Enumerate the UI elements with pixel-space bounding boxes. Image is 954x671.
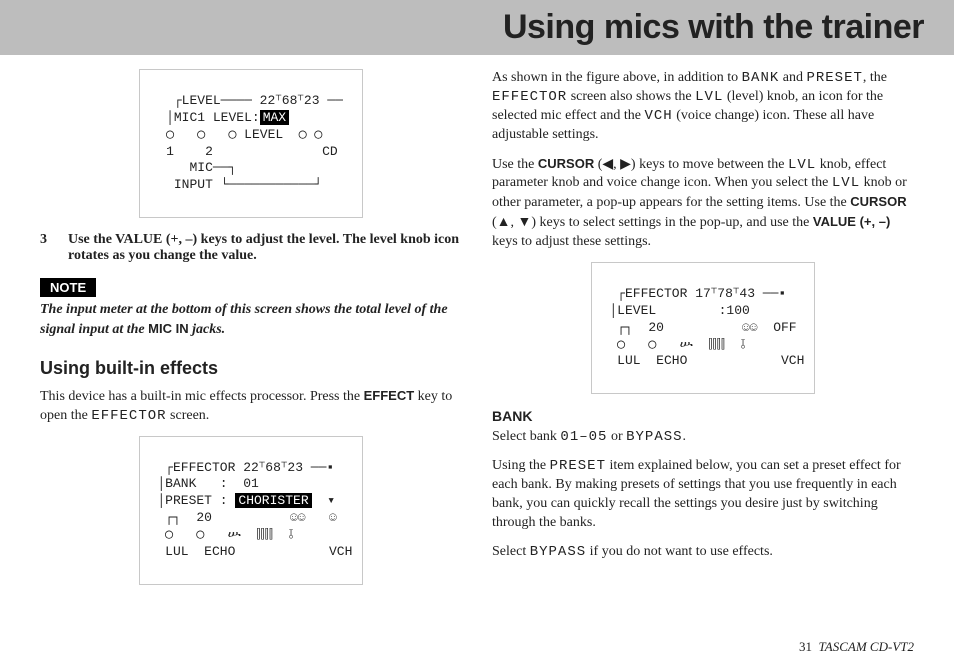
- effector-desc-2: Use the CURSOR (◀, ▶) keys to move betwe…: [492, 155, 914, 252]
- product-name: TASCAM CD-VT2: [819, 639, 914, 654]
- bank-p3: Select BYPASS if you do not want to use …: [492, 543, 914, 562]
- figure-level-screen: ┌LEVEL──── 22⸆68⸆23 ── │MIC1 LEVEL:MAX ◯…: [139, 69, 362, 218]
- step-number: 3: [40, 232, 54, 264]
- note-badge: NOTE: [40, 278, 96, 297]
- page-title: Using mics with the trainer: [503, 8, 924, 46]
- effects-intro: This device has a built-in mic effects p…: [40, 387, 462, 426]
- subhead-effects: Using built-in effects: [40, 358, 462, 379]
- bank-p2: Using the PRESET item explained below, y…: [492, 457, 914, 533]
- page-content: ┌LEVEL──── 22⸆68⸆23 ── │MIC1 LEVEL:MAX ◯…: [0, 55, 954, 599]
- page-number: 31: [799, 639, 812, 654]
- effector-desc-1: As shown in the figure above, in additio…: [492, 69, 914, 145]
- step-3: 3 Use the VALUE (+, –) keys to adjust th…: [40, 232, 462, 264]
- note-body: The input meter at the bottom of this sc…: [40, 301, 462, 340]
- page-header: Using mics with the trainer: [0, 0, 954, 55]
- bank-head: BANK: [492, 408, 914, 424]
- page-footer: 31 TASCAM CD-VT2: [799, 639, 914, 655]
- figure-effector-screen-1: ┌EFFECTOR 22⸆68⸆23 ──▪ │BANK : 01 │PRESE…: [139, 436, 364, 585]
- bank-p1: Select bank 01–05 or BYPASS.: [492, 428, 914, 447]
- right-column: As shown in the figure above, in additio…: [492, 69, 914, 599]
- figure-effector-screen-2: ┌EFFECTOR 17⸆78⸆43 ──▪ │LEVEL :100 ┌┐ 20…: [591, 262, 816, 394]
- left-column: ┌LEVEL──── 22⸆68⸆23 ── │MIC1 LEVEL:MAX ◯…: [40, 69, 462, 599]
- note-block: NOTE The input meter at the bottom of th…: [40, 278, 462, 340]
- step-text: Use the VALUE (+, –) keys to adjust the …: [68, 232, 462, 264]
